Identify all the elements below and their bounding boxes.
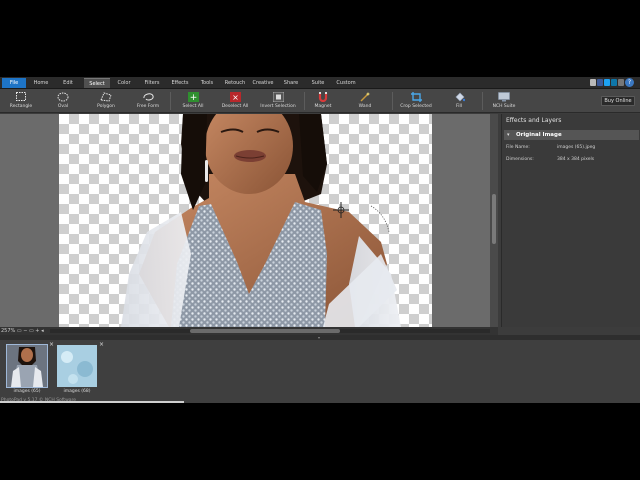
deselect-all-icon: × <box>229 91 241 102</box>
thumbnail-images-68[interactable]: images (68) × <box>56 342 104 396</box>
file-name-row: File Name: images (65).jpeg <box>506 145 596 150</box>
deselect-all-button[interactable]: × Deselect All <box>214 90 256 112</box>
collapse-arrow-icon[interactable]: ▾ <box>507 130 510 140</box>
thumbnail-images-65[interactable]: images (65) × <box>6 342 54 396</box>
status-bar: 257% ▭ − ▭ + ◂ <box>0 327 498 335</box>
select-all-icon: + <box>187 91 199 102</box>
effects-layers-panel: Effects and Layers ▾ Original Image File… <box>501 114 640 327</box>
wand-tool-button[interactable]: Wand <box>350 90 380 112</box>
canvas-vertical-scrollbar[interactable] <box>490 114 498 327</box>
toolbar: Rectangle Oval Polygon Free Form + Selec <box>0 89 640 113</box>
thumbnail-preview-woman <box>7 345 47 387</box>
menu-filters[interactable]: Filters <box>140 78 164 88</box>
menu-home[interactable]: Home <box>30 78 52 88</box>
open-images-strip: images (65) × images (68) × PhotoPad v 5… <box>0 340 640 403</box>
oval-select-icon <box>57 91 69 102</box>
canvas-horizontal-scrollbar[interactable] <box>50 329 490 333</box>
svg-text:+: + <box>189 93 197 102</box>
invert-selection-button[interactable]: Invert Selection <box>256 90 300 112</box>
magnet-icon <box>317 91 329 102</box>
menu-suite[interactable]: Suite <box>307 78 329 88</box>
menu-select[interactable]: Select <box>84 78 110 88</box>
photopad-window: File Home Edit Select Color Filters Effe… <box>0 77 640 403</box>
toolbar-separator <box>482 92 483 110</box>
linkedin-icon[interactable] <box>611 79 617 86</box>
rectangle-select-icon <box>15 91 27 102</box>
invert-selection-icon <box>272 91 284 102</box>
close-thumbnail-icon[interactable]: × <box>49 342 54 348</box>
svg-text:×: × <box>232 93 239 102</box>
magnet-tool-button[interactable]: Magnet <box>308 90 338 112</box>
nch-suite-icon <box>498 91 510 102</box>
menu-bar: File Home Edit Select Color Filters Effe… <box>0 77 640 89</box>
select-all-button[interactable]: + Select All <box>176 90 210 112</box>
canvas-workspace[interactable] <box>0 114 498 327</box>
menu-edit[interactable]: Edit <box>57 78 79 88</box>
menu-file[interactable]: File <box>2 78 26 88</box>
close-thumbnail-icon[interactable]: × <box>99 342 104 348</box>
panel-title: Effects and Layers <box>506 117 562 124</box>
menu-custom[interactable]: Custom <box>334 78 358 88</box>
horizontal-scroll-thumb[interactable] <box>190 329 340 333</box>
zoom-level[interactable]: 257% ▭ − ▭ + ◂ <box>1 327 44 335</box>
progress-line <box>0 401 184 403</box>
twitter-icon[interactable] <box>604 79 610 86</box>
toolbar-separator <box>170 92 171 110</box>
edited-photo-woman <box>121 114 401 327</box>
menu-tools[interactable]: Tools <box>196 78 218 88</box>
magic-wand-icon <box>359 91 371 102</box>
toolbar-separator <box>392 92 393 110</box>
menu-creative[interactable]: Creative <box>250 78 276 88</box>
crop-selected-button[interactable]: Crop Selected <box>396 90 436 112</box>
facebook-icon[interactable] <box>597 79 603 86</box>
like-icon[interactable] <box>590 79 596 86</box>
menu-color[interactable]: Color <box>113 78 135 88</box>
dimensions-row: Dimensions: 384 x 384 pixels <box>506 157 595 162</box>
rectangle-tool-button[interactable]: Rectangle <box>2 90 40 112</box>
menu-effects[interactable]: Effects <box>167 78 193 88</box>
menu-share[interactable]: Share <box>280 78 302 88</box>
oval-tool-button[interactable]: Oval <box>46 90 80 112</box>
share-icon[interactable] <box>618 79 624 86</box>
lasso-icon <box>142 91 154 102</box>
buy-online-button[interactable]: Buy Online <box>601 96 635 106</box>
toolbar-separator <box>304 92 305 110</box>
thumbnail-preview-blue-texture <box>57 345 97 387</box>
crop-icon <box>410 91 422 102</box>
polygon-select-icon <box>100 91 112 102</box>
image-canvas[interactable] <box>59 114 432 327</box>
free-form-tool-button[interactable]: Free Form <box>130 90 166 112</box>
menu-retouch[interactable]: Retouch <box>222 78 248 88</box>
nch-suite-button[interactable]: NCH Suite <box>488 90 520 112</box>
help-icon[interactable]: ? <box>625 78 634 87</box>
splitter-grip-icon: ▾ <box>318 335 321 340</box>
paint-bucket-icon <box>453 91 465 102</box>
fill-tool-button[interactable]: Fill <box>446 90 472 112</box>
original-image-layer[interactable]: ▾ Original Image <box>504 130 639 140</box>
vertical-scroll-thumb[interactable] <box>492 194 496 244</box>
polygon-tool-button[interactable]: Polygon <box>88 90 124 112</box>
